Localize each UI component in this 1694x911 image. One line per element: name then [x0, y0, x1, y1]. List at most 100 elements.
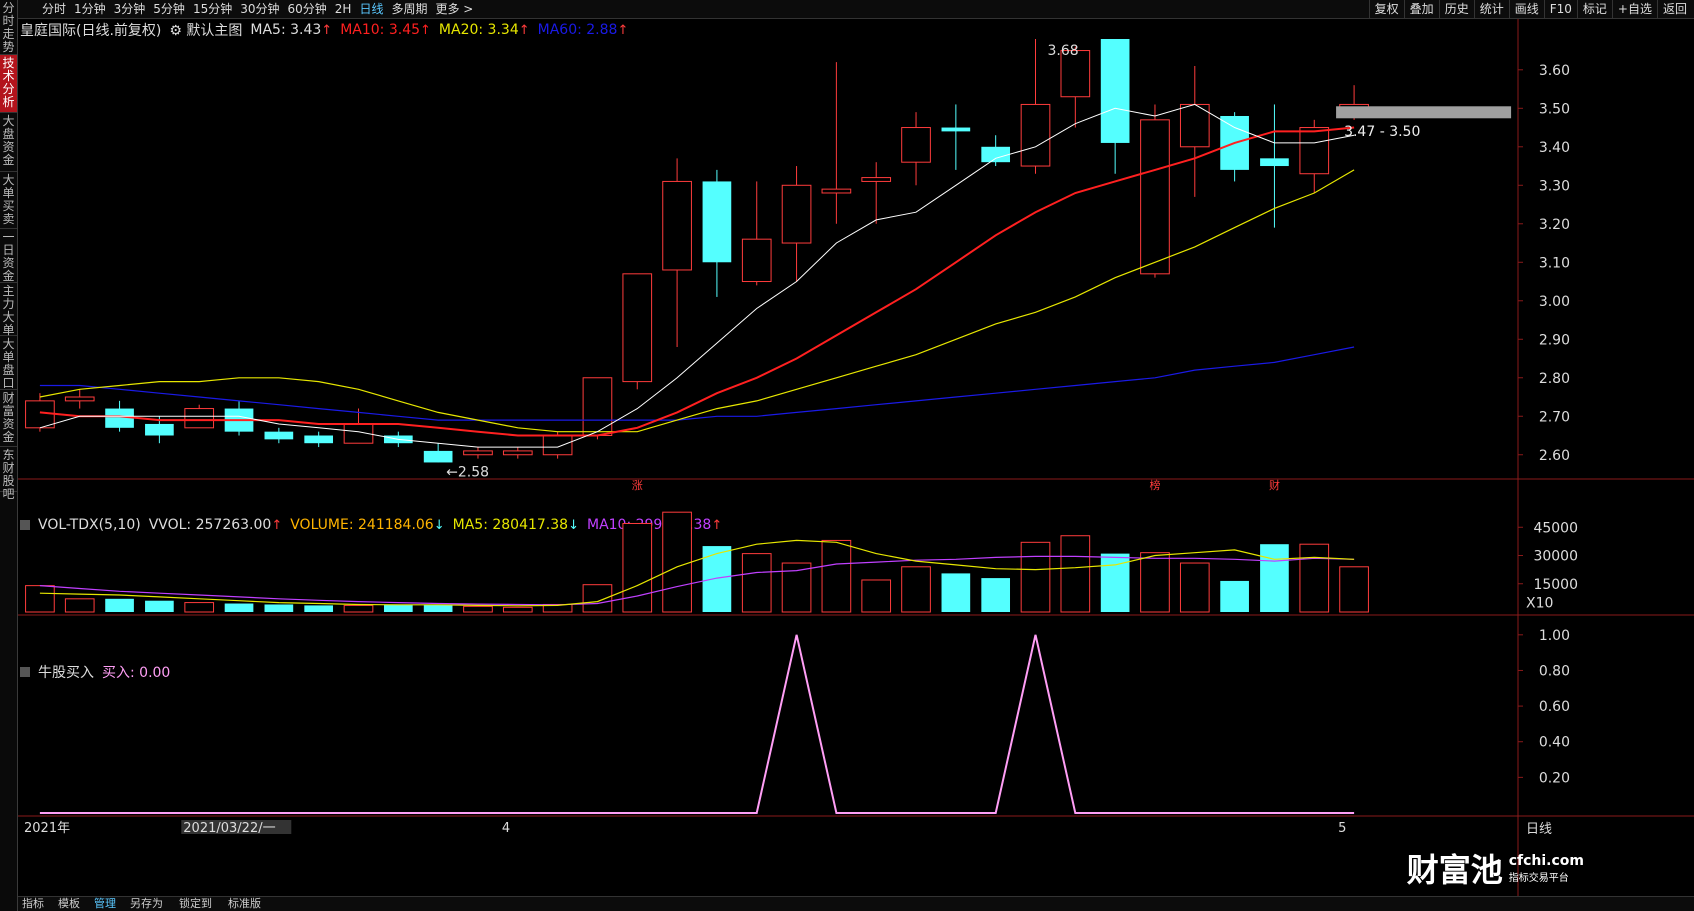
candle[interactable] — [423, 443, 453, 463]
sidebar-item-1[interactable]: 技术分析 — [0, 55, 17, 113]
volume-bar[interactable] — [502, 606, 533, 613]
candle[interactable] — [1260, 104, 1289, 228]
candle[interactable] — [821, 62, 852, 224]
volume-bar[interactable] — [662, 511, 692, 613]
volume-bar[interactable] — [105, 598, 134, 612]
candle[interactable] — [502, 447, 533, 459]
candle[interactable] — [1100, 39, 1130, 174]
tool-button-0[interactable]: 复权 — [1368, 0, 1404, 18]
sidebar-item-7[interactable]: 财富资金 — [0, 390, 17, 447]
event-marker[interactable]: 榜 — [1149, 478, 1160, 492]
period-tab-0[interactable]: 分时 — [38, 2, 70, 16]
volume-bar[interactable] — [941, 573, 971, 612]
volume-bar[interactable] — [861, 579, 892, 613]
period-tab-2[interactable]: 3分钟 — [110, 2, 150, 16]
candle[interactable] — [981, 135, 1011, 167]
volume-bar[interactable] — [224, 603, 254, 612]
volume-bar[interactable] — [145, 600, 174, 612]
candle[interactable] — [662, 158, 692, 347]
candle[interactable] — [861, 162, 892, 224]
candle[interactable] — [622, 273, 653, 390]
candle-body — [582, 377, 613, 437]
watermark-url: cfchi.com — [1508, 852, 1584, 869]
volume-bar[interactable] — [1220, 580, 1249, 612]
candle[interactable] — [304, 431, 334, 448]
chart-canvas[interactable]: 3.68 ←2.58 3.47 - 3.50 涨 榜 财 3.60 3.50 3.40 3.30… — [18, 19, 1694, 896]
sidebar-item-5[interactable]: 主力大单 — [0, 283, 17, 337]
tool-button-6[interactable]: 标记 — [1576, 0, 1612, 18]
tool-button-1[interactable]: 叠加 — [1403, 0, 1439, 18]
volume-bar[interactable] — [25, 585, 55, 613]
tool-button-3[interactable]: 统计 — [1473, 0, 1509, 18]
bottom-tab-5[interactable]: 标准版 — [228, 897, 261, 910]
volume-bar[interactable] — [1299, 543, 1330, 613]
candle[interactable] — [1140, 104, 1170, 278]
price-tick-label: 3.10 — [1539, 255, 1570, 271]
volume-bar[interactable] — [1179, 562, 1210, 613]
volume-bar[interactable] — [264, 604, 294, 612]
event-marker[interactable]: 涨 — [632, 479, 643, 492]
candle[interactable] — [1179, 65, 1210, 197]
candle[interactable] — [901, 112, 931, 186]
volume-bar[interactable] — [821, 539, 852, 613]
bottom-tab-1[interactable]: 模板 — [58, 897, 80, 910]
tool-button-7[interactable]: +自选 — [1611, 0, 1657, 18]
volume-bar[interactable] — [184, 602, 215, 613]
period-tab-8[interactable]: 日线 — [355, 2, 387, 16]
period-tab-4[interactable]: 15分钟 — [189, 2, 236, 16]
sidebar-item-3[interactable]: 大单买卖 — [0, 172, 17, 229]
period-tab-9[interactable]: 多周期 — [387, 2, 431, 16]
bottom-tab-4[interactable]: 锁定到 — [179, 897, 212, 910]
volume-bar[interactable] — [741, 553, 772, 613]
candle-body — [662, 180, 692, 271]
period-tab-5[interactable]: 30分钟 — [236, 2, 283, 16]
sidebar-item-6[interactable]: 大单盘口 — [0, 336, 17, 390]
candle[interactable] — [702, 169, 732, 297]
candle[interactable] — [781, 166, 812, 282]
event-marker[interactable]: 财 — [1269, 478, 1280, 492]
volume-bar[interactable] — [582, 584, 613, 613]
candle[interactable] — [741, 181, 772, 286]
volume-bar[interactable] — [1060, 535, 1091, 613]
volume-bar[interactable] — [1020, 541, 1051, 613]
period-tab-1[interactable]: 1分钟 — [70, 2, 110, 16]
bottom-tab-0[interactable]: 指标 — [22, 897, 44, 910]
tool-button-4[interactable]: 画线 — [1508, 0, 1544, 18]
sidebar-item-8[interactable]: 东财股吧 — [0, 447, 17, 501]
candle[interactable] — [463, 447, 493, 459]
volume-bar[interactable] — [423, 604, 453, 612]
candle[interactable] — [1020, 39, 1051, 174]
volume-bar[interactable] — [1140, 552, 1170, 613]
candle[interactable] — [941, 104, 971, 170]
period-tab-3[interactable]: 5分钟 — [149, 2, 189, 16]
volume-bar[interactable] — [702, 546, 732, 612]
indicator-tick-label: 0.60 — [1539, 699, 1570, 715]
sidebar-item-0[interactable]: 分时走势 — [0, 0, 17, 55]
volume-bar[interactable] — [1339, 566, 1369, 613]
tool-button-8[interactable]: 返回 — [1656, 0, 1692, 18]
volume-bar[interactable] — [304, 605, 334, 612]
period-tab-7[interactable]: 2H — [331, 2, 356, 16]
tool-button-5[interactable]: F10 — [1543, 0, 1577, 18]
volume-bar[interactable] — [64, 598, 95, 613]
candle-body — [304, 435, 334, 444]
candle[interactable] — [582, 377, 613, 440]
period-tab-10[interactable]: 更多 > — [431, 2, 477, 16]
volume-bar[interactable] — [343, 604, 374, 613]
volume-bar[interactable] — [1260, 544, 1289, 612]
candle[interactable] — [64, 389, 95, 409]
bottom-tab-2[interactable]: 管理 — [94, 897, 116, 910]
sidebar-item-4[interactable]: 一日资金 — [0, 229, 17, 283]
tool-button-2[interactable]: 历史 — [1438, 0, 1474, 18]
volume-bar[interactable] — [383, 604, 413, 612]
price-tick-label: 3.50 — [1539, 101, 1570, 117]
volume-bar[interactable] — [981, 578, 1011, 612]
sidebar-item-2[interactable]: 大盘资金 — [0, 113, 17, 172]
candle[interactable] — [264, 427, 294, 444]
volume-bar[interactable] — [901, 566, 931, 613]
volume-bar[interactable] — [463, 605, 493, 613]
period-tab-6[interactable]: 60分钟 — [284, 2, 331, 16]
bottom-tab-3[interactable]: 另存为 — [130, 897, 163, 910]
volume-bar[interactable] — [622, 522, 653, 613]
volume-unit-label: X10 — [1526, 596, 1553, 612]
